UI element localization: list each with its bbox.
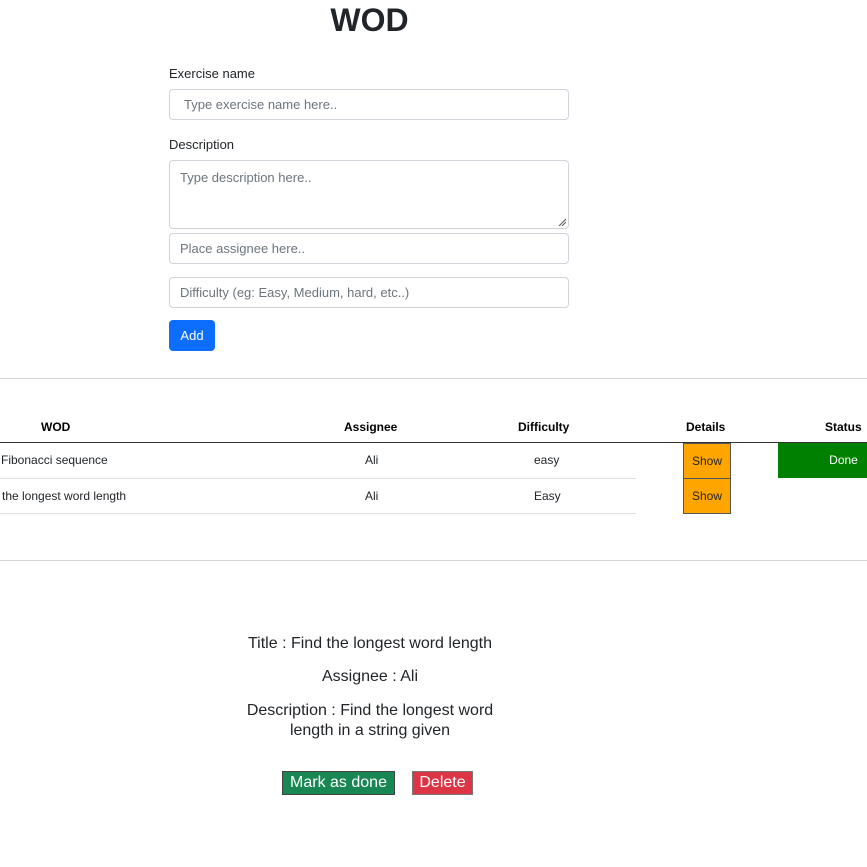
description-label: Description xyxy=(169,137,235,152)
detail-description: Description : Find the longest word leng… xyxy=(246,702,494,739)
description-placeholder: Type description here.. xyxy=(180,170,312,185)
wod-cell: Fibonacci sequence xyxy=(1,453,108,467)
table-header-border xyxy=(0,442,867,443)
detail-title: Title : Find the longest word length xyxy=(248,635,492,652)
add-button[interactable]: Add xyxy=(169,320,215,351)
delete-button[interactable]: Delete xyxy=(412,771,473,795)
row-divider xyxy=(0,513,636,514)
column-header-status: Status xyxy=(825,420,862,434)
column-header-details: Details xyxy=(686,420,726,434)
assignee-cell: Ali xyxy=(365,453,379,467)
row-divider xyxy=(0,478,636,479)
wod-cell: the longest word length xyxy=(2,489,127,503)
difficulty-cell: Easy xyxy=(534,489,561,503)
column-header-difficulty: Difficulty xyxy=(518,420,570,434)
column-header-wod: WOD xyxy=(41,420,71,434)
exercise-name-label: Exercise name xyxy=(169,66,255,81)
divider xyxy=(0,378,867,379)
detail-assignee: Assignee : Ali xyxy=(321,668,419,685)
assignee-cell: Ali xyxy=(365,489,379,503)
page-title: WOD xyxy=(330,2,409,38)
show-button[interactable]: Show xyxy=(683,478,731,514)
show-button[interactable]: Show xyxy=(683,443,731,479)
add-wod-form: Exercise name Type exercise name here.. … xyxy=(169,66,569,351)
difficulty-input[interactable]: Difficulty (eg: Easy, Medium, hard, etc.… xyxy=(169,277,569,308)
mark-as-done-button[interactable]: Mark as done xyxy=(282,771,395,795)
resize-grip-icon[interactable] xyxy=(558,218,566,226)
assignee-input[interactable]: Place assignee here.. xyxy=(169,233,569,264)
status-done-badge: Done xyxy=(778,443,867,478)
column-header-assignee: Assignee xyxy=(344,420,398,434)
description-textarea[interactable]: Type description here.. xyxy=(169,160,569,229)
difficulty-cell: easy xyxy=(534,453,560,467)
exercise-name-input[interactable]: Type exercise name here.. xyxy=(169,89,569,120)
divider xyxy=(0,560,867,561)
